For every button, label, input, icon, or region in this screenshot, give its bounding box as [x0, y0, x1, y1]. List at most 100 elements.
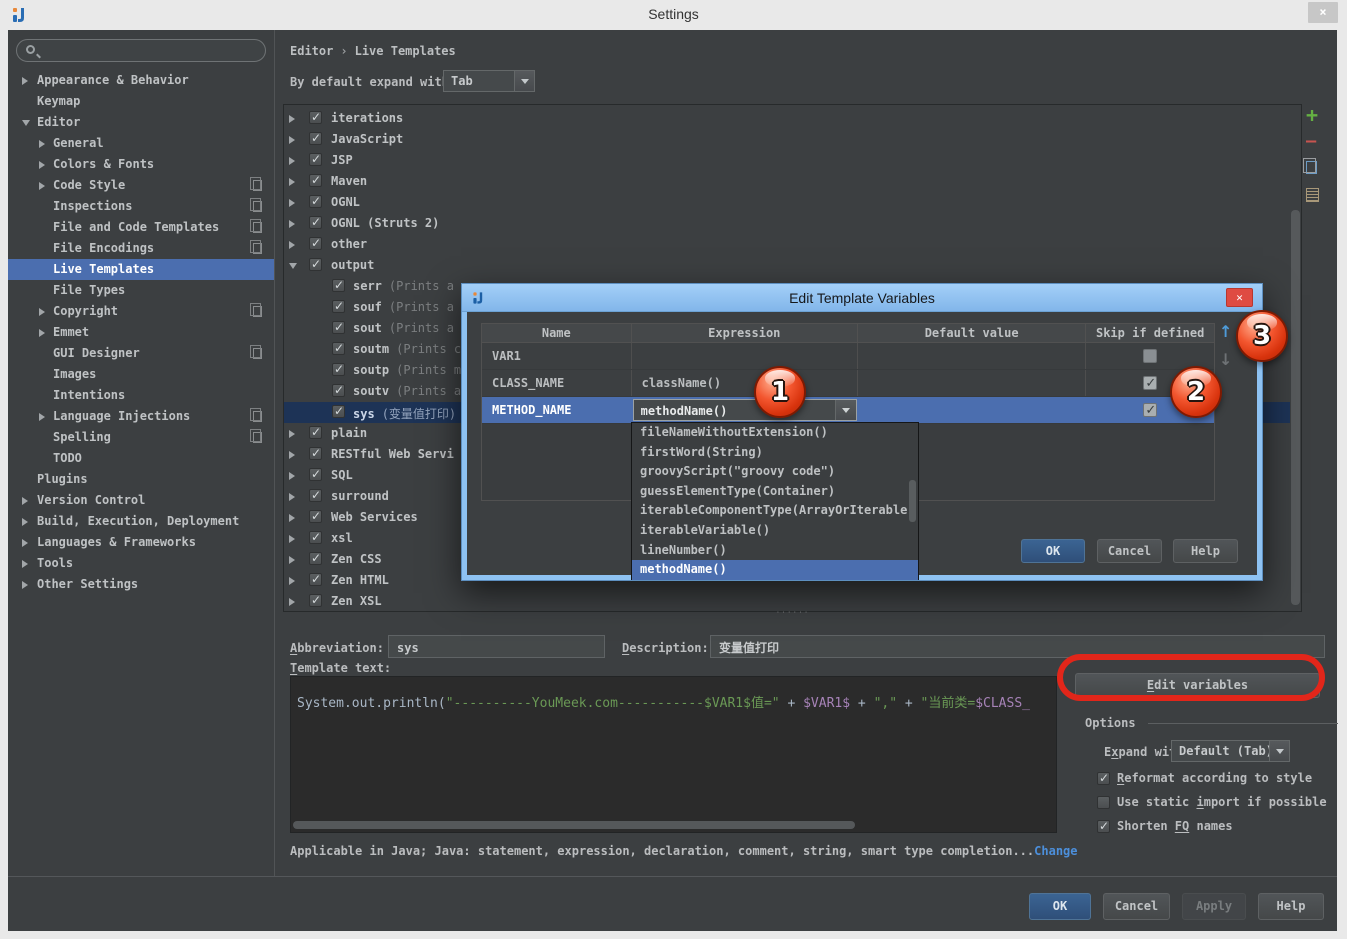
template-checkbox[interactable] — [332, 384, 345, 397]
template-checkbox[interactable] — [309, 195, 322, 208]
dropdown-item-guesselementtype-container[interactable]: guessElementType(Container) — [632, 482, 918, 502]
chevron-right-icon[interactable] — [289, 430, 295, 438]
dialog-close-button[interactable]: ✕ — [1226, 288, 1253, 307]
sidebar-item-file-and-code-templates[interactable]: File and Code Templates — [8, 217, 274, 238]
sidebar-item-spelling[interactable]: Spelling — [8, 427, 274, 448]
sidebar-item-other-settings[interactable]: Other Settings — [8, 574, 274, 595]
chevron-down-icon[interactable] — [1269, 741, 1289, 761]
sidebar-item-todo[interactable]: TODO — [8, 448, 274, 469]
editor-hscrollbar-thumb[interactable] — [293, 821, 855, 829]
template-checkbox[interactable] — [309, 111, 322, 124]
variable-row-method-name[interactable]: METHOD_NAMEmethodName() — [482, 397, 1214, 424]
template-checkbox[interactable] — [309, 174, 322, 187]
dialog-help-button[interactable]: Help — [1173, 539, 1238, 563]
move-down-icon[interactable]: ↓ — [1219, 350, 1232, 369]
template-checkbox[interactable] — [309, 594, 322, 607]
template-text-editor[interactable]: System.out.println("----------YouMeek.co… — [290, 676, 1057, 833]
chevron-right-icon[interactable] — [22, 560, 28, 568]
chevron-down-icon[interactable] — [289, 263, 297, 269]
sidebar-item-tools[interactable]: Tools — [8, 553, 274, 574]
chevron-right-icon[interactable] — [289, 556, 295, 564]
dropdown-scrollbar-thumb[interactable] — [909, 480, 916, 522]
window-close-button[interactable]: × — [1308, 2, 1338, 23]
sidebar-item-code-style[interactable]: Code Style — [8, 175, 274, 196]
dropdown-item-linenumber[interactable]: lineNumber() — [632, 541, 918, 561]
dropdown-item-iterablevariable[interactable]: iterableVariable() — [632, 521, 918, 541]
chevron-right-icon[interactable] — [289, 178, 295, 186]
template-checkbox[interactable] — [309, 132, 322, 145]
tree-group-javascript[interactable]: JavaScript — [284, 129, 1290, 150]
template-checkbox[interactable] — [332, 405, 345, 418]
template-checkbox[interactable] — [332, 363, 345, 376]
default-expand-combobox[interactable]: Tab — [443, 70, 535, 92]
sidebar-item-gui-designer[interactable]: GUI Designer — [8, 343, 274, 364]
template-checkbox[interactable] — [309, 153, 322, 166]
chevron-right-icon[interactable] — [39, 140, 45, 148]
sidebar-item-inspections[interactable]: Inspections — [8, 196, 274, 217]
sidebar-item-file-types[interactable]: File Types — [8, 280, 274, 301]
template-checkbox[interactable] — [309, 552, 322, 565]
template-checkbox[interactable] — [309, 447, 322, 460]
template-checkbox[interactable] — [332, 342, 345, 355]
template-checkbox[interactable] — [309, 237, 322, 250]
chevron-down-icon[interactable] — [22, 120, 30, 126]
breadcrumb-parent[interactable]: Editor — [290, 44, 333, 58]
skip-if-defined-checkbox[interactable] — [1143, 376, 1157, 390]
chevron-right-icon[interactable] — [289, 514, 295, 522]
chevron-right-icon[interactable] — [39, 182, 45, 190]
remove-icon[interactable]: — — [1306, 134, 1316, 148]
tree-group-ognl[interactable]: OGNL — [284, 192, 1290, 213]
template-checkbox[interactable] — [309, 510, 322, 523]
chevron-right-icon[interactable] — [289, 136, 295, 144]
cancel-button[interactable]: Cancel — [1103, 893, 1170, 920]
chevron-right-icon[interactable] — [22, 77, 28, 85]
chevron-right-icon[interactable] — [289, 115, 295, 123]
chevron-right-icon[interactable] — [289, 493, 295, 501]
dropdown-item-firstword-string[interactable]: firstWord(String) — [632, 443, 918, 463]
sidebar-item-languages-frameworks[interactable]: Languages & Frameworks — [8, 532, 274, 553]
sidebar-item-appearance-behavior[interactable]: Appearance & Behavior — [8, 70, 274, 91]
chevron-right-icon[interactable] — [289, 577, 295, 585]
ok-button[interactable]: OK — [1029, 893, 1091, 920]
option-checkbox[interactable] — [1097, 772, 1110, 785]
variable-row-var1[interactable]: VAR1 — [482, 343, 1214, 370]
template-checkbox[interactable] — [309, 468, 322, 481]
chevron-right-icon[interactable] — [22, 581, 28, 589]
sidebar-item-images[interactable]: Images — [8, 364, 274, 385]
dialog-ok-button[interactable]: OK — [1021, 539, 1085, 563]
sidebar-item-file-encodings[interactable]: File Encodings — [8, 238, 274, 259]
chevron-right-icon[interactable] — [289, 472, 295, 480]
change-context-link[interactable]: Change — [1034, 844, 1077, 858]
sidebar-item-intentions[interactable]: Intentions — [8, 385, 274, 406]
template-checkbox[interactable] — [332, 279, 345, 292]
tree-group-jsp[interactable]: JSP — [284, 150, 1290, 171]
tree-group-zen-xsl[interactable]: Zen XSL — [284, 591, 1290, 611]
sidebar-item-keymap[interactable]: Keymap — [8, 91, 274, 112]
option-checkbox[interactable] — [1097, 796, 1110, 809]
chevron-right-icon[interactable] — [289, 157, 295, 165]
dialog-cancel-button[interactable]: Cancel — [1097, 539, 1162, 563]
tree-group-ognl-struts-2[interactable]: OGNL (Struts 2) — [284, 213, 1290, 234]
chevron-right-icon[interactable] — [289, 241, 295, 249]
dropdown-item-iterablecomponenttype-arrayoriterable[interactable]: iterableComponentType(ArrayOrIterable) — [632, 501, 918, 521]
search-input[interactable] — [45, 42, 255, 59]
duplicate-icon[interactable] — [1306, 161, 1317, 174]
template-checkbox[interactable] — [332, 300, 345, 313]
variable-row-class-name[interactable]: CLASS_NAMEclassName() — [482, 370, 1214, 397]
option-checkbox[interactable] — [1097, 820, 1110, 833]
tree-group-maven[interactable]: Maven — [284, 171, 1290, 192]
abbreviation-input[interactable] — [388, 635, 605, 658]
chevron-right-icon[interactable] — [39, 413, 45, 421]
chevron-right-icon[interactable] — [289, 199, 295, 207]
expand-with-combobox[interactable]: Default (Tab) — [1171, 740, 1290, 762]
template-checkbox[interactable] — [309, 216, 322, 229]
sidebar-item-plugins[interactable]: Plugins — [8, 469, 274, 490]
template-checkbox[interactable] — [332, 321, 345, 334]
chevron-right-icon[interactable] — [289, 598, 295, 606]
chevron-right-icon[interactable] — [289, 220, 295, 228]
tree-group-iterations[interactable]: iterations — [284, 108, 1290, 129]
sidebar-item-language-injections[interactable]: Language Injections — [8, 406, 274, 427]
sidebar-item-emmet[interactable]: Emmet — [8, 322, 274, 343]
sidebar-item-colors-fonts[interactable]: Colors & Fonts — [8, 154, 274, 175]
tree-group-other[interactable]: other — [284, 234, 1290, 255]
